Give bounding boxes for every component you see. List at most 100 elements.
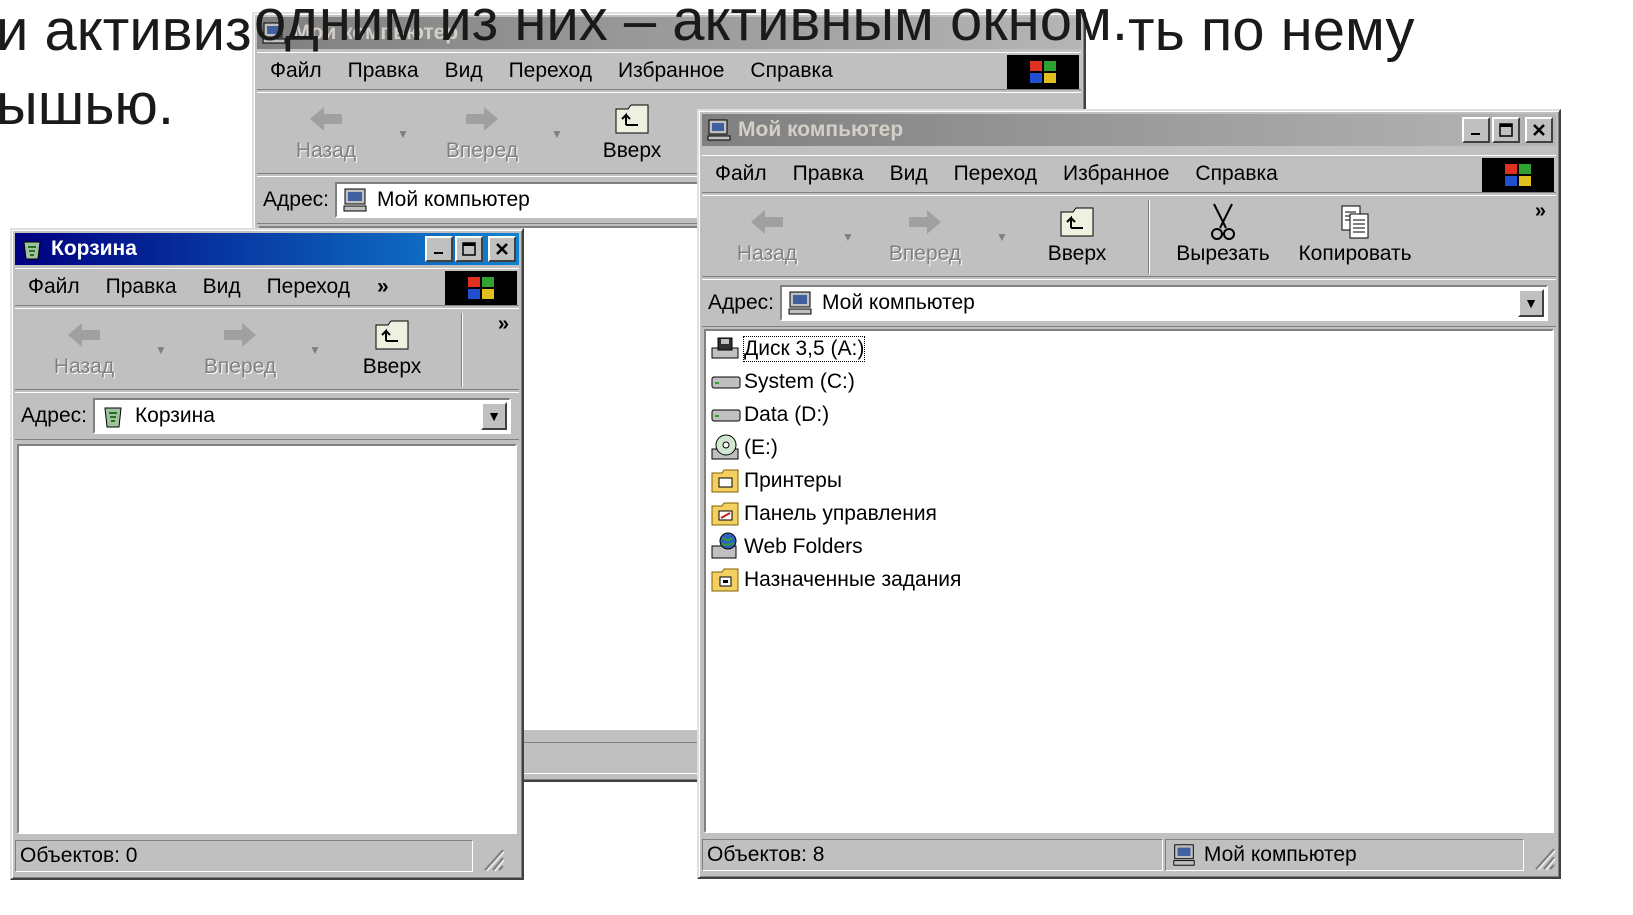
resize-grip-icon[interactable] (1526, 839, 1556, 871)
windows-logo-icon (445, 271, 517, 305)
list-item[interactable]: Web Folders (710, 531, 863, 563)
forward-button[interactable]: Вперед (185, 315, 295, 379)
list-item[interactable]: (E:) (710, 432, 778, 464)
menu-go[interactable]: Переход (941, 162, 1050, 186)
resize-grip-icon[interactable] (475, 840, 505, 872)
cut-label: Вырезать (1176, 242, 1270, 265)
window-titlebar[interactable]: Корзина (15, 233, 519, 265)
forward-button[interactable]: Вперед (870, 202, 980, 266)
address-input[interactable]: Корзина ▼ (92, 398, 511, 434)
menu-favorites[interactable]: Избранное (605, 59, 737, 83)
window-title: Корзина (51, 237, 137, 260)
scissors-icon (1211, 203, 1235, 240)
content-area[interactable] (17, 444, 517, 834)
toolbar-more-chevron[interactable]: » (1535, 200, 1546, 223)
item-label: Принтеры (744, 469, 842, 492)
chevron-down-icon: ▼ (1524, 295, 1538, 311)
forward-dropdown-icon[interactable]: ▼ (996, 230, 1008, 244)
list-item[interactable]: System (C:) (710, 366, 855, 398)
item-label: Назначенные задания (744, 568, 962, 591)
cut-button[interactable]: Вырезать (1160, 202, 1286, 266)
list-item[interactable]: Принтеры (710, 465, 842, 497)
printers-folder-icon (711, 469, 739, 493)
maximize-button[interactable] (1492, 117, 1520, 143)
menu-help[interactable]: Справка (737, 59, 845, 83)
menu-file[interactable]: Файл (702, 162, 780, 186)
window-my-computer[interactable]: Мой компьютер Файл Правка Вид Переход Из… (697, 109, 1561, 879)
address-bar: Адрес: Мой компьютер ▼ (702, 279, 1556, 327)
address-dropdown-button[interactable]: ▼ (1518, 289, 1544, 317)
address-label: Адрес: (708, 291, 774, 314)
recycle-bin-icon (23, 241, 41, 260)
address-bar: Адрес: Корзина ▼ (15, 392, 519, 440)
chevron-down-icon: ▼ (487, 408, 501, 424)
maximize-button[interactable] (455, 236, 483, 262)
file-list[interactable]: Диск 3,5 (A:) System (C:) Data (D:) (E:)… (704, 329, 1554, 833)
up-button[interactable]: Вверх (577, 99, 687, 163)
address-dropdown-button[interactable]: ▼ (481, 402, 507, 430)
back-button[interactable]: Назад (29, 315, 139, 379)
forward-arrow-icon (909, 210, 941, 234)
copy-icon (1341, 205, 1369, 239)
item-label: Панель управления (744, 502, 937, 525)
item-label: Диск 3,5 (A:) (742, 336, 866, 362)
window-titlebar[interactable]: Мой компьютер (702, 114, 1556, 146)
item-label: (E:) (744, 436, 778, 459)
forward-label: Вперед (203, 355, 277, 378)
back-arrow-icon (310, 107, 342, 131)
status-bar: Объектов: 8 Мой компьютер (702, 836, 1556, 874)
close-button[interactable] (1525, 117, 1553, 143)
menu-view[interactable]: Вид (190, 275, 254, 299)
menu-go[interactable]: Переход (496, 59, 605, 83)
back-dropdown-icon[interactable]: ▼ (155, 343, 167, 357)
computer-icon (343, 188, 367, 212)
menu-file[interactable]: Файл (257, 59, 335, 83)
menu-edit[interactable]: Правка (780, 162, 877, 186)
toolbar: Назад ▼ Вперед ▼ Вверх » (15, 308, 519, 390)
menu-edit[interactable]: Правка (93, 275, 190, 299)
forward-button[interactable]: Вперед (427, 99, 537, 163)
address-input[interactable]: Мой компьютер ▼ (779, 285, 1548, 321)
maximize-icon (462, 242, 476, 256)
up-button[interactable]: Вверх (337, 315, 447, 379)
close-icon (496, 243, 508, 255)
menu-go[interactable]: Переход (254, 275, 363, 299)
copy-label: Копировать (1298, 242, 1412, 265)
list-item[interactable]: Назначенные задания (710, 564, 961, 596)
computer-icon (707, 119, 731, 141)
menu-view[interactable]: Вид (877, 162, 941, 186)
window-recycle-bin[interactable]: Корзина Файл Правка Вид Переход » Назад … (10, 228, 524, 880)
up-button[interactable]: Вверх (1022, 202, 1132, 266)
list-item[interactable]: Data (D:) (710, 399, 829, 431)
menu-edit[interactable]: Правка (335, 59, 432, 83)
back-dropdown-icon[interactable]: ▼ (397, 127, 409, 141)
close-button[interactable] (488, 236, 516, 262)
toolbar-more-chevron[interactable]: » (498, 313, 509, 336)
back-button[interactable]: Назад (271, 99, 381, 163)
slide-text-line1-right: ть по нему (1128, 0, 1415, 63)
slide-text-line1-left: и активиз (0, 0, 252, 63)
menu-view[interactable]: Вид (432, 59, 496, 83)
forward-dropdown-icon[interactable]: ▼ (309, 343, 321, 357)
menu-file[interactable]: Файл (15, 275, 93, 299)
web-folders-icon (711, 532, 737, 559)
item-label: Data (D:) (744, 403, 830, 426)
menu-favorites[interactable]: Избранное (1050, 162, 1182, 186)
copy-button[interactable]: Копировать (1290, 202, 1420, 266)
back-dropdown-icon[interactable]: ▼ (842, 230, 854, 244)
back-button[interactable]: Назад (712, 202, 822, 266)
forward-dropdown-icon[interactable]: ▼ (551, 127, 563, 141)
control-panel-folder-icon (711, 502, 739, 526)
list-item[interactable]: Диск 3,5 (A:) (710, 333, 866, 365)
minimize-button[interactable] (1462, 117, 1490, 143)
floppy-drive-icon (711, 337, 739, 359)
minimize-button[interactable] (425, 236, 453, 262)
hard-drive-icon (711, 376, 741, 389)
menu-more-chevron[interactable]: » (363, 275, 393, 299)
list-item[interactable]: Панель управления (710, 498, 937, 530)
address-value: Корзина (134, 404, 215, 427)
back-label: Назад (53, 355, 115, 378)
windows-logo-icon (1482, 158, 1554, 192)
toolbar: Назад ▼ Вперед ▼ Вверх Вырезать Копирова… (702, 195, 1556, 277)
menu-help[interactable]: Справка (1182, 162, 1290, 186)
